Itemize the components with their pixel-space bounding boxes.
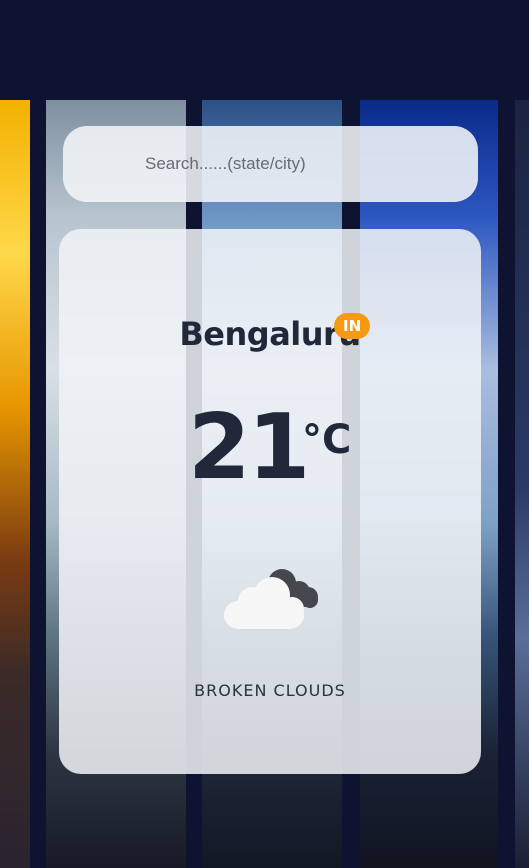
city-row: Bengaluru [59,315,481,353]
app-screen: Bengaluru IN 21 °C BROKEN CLOUDS [0,0,529,868]
search-input[interactable] [143,153,447,175]
broken-clouds-icon [224,569,318,629]
country-badge: IN [334,313,371,339]
temperature-value: 21 [188,395,310,500]
search-box [63,126,478,202]
weather-condition: BROKEN CLOUDS [194,681,346,700]
background-strip [0,100,30,868]
temperature-unit: °C [302,417,352,463]
city-name: Bengaluru [179,315,361,353]
temperature-row: 21 °C [188,403,351,493]
weather-card: Bengaluru IN 21 °C BROKEN CLOUDS [59,229,481,774]
background-strip [515,100,529,868]
